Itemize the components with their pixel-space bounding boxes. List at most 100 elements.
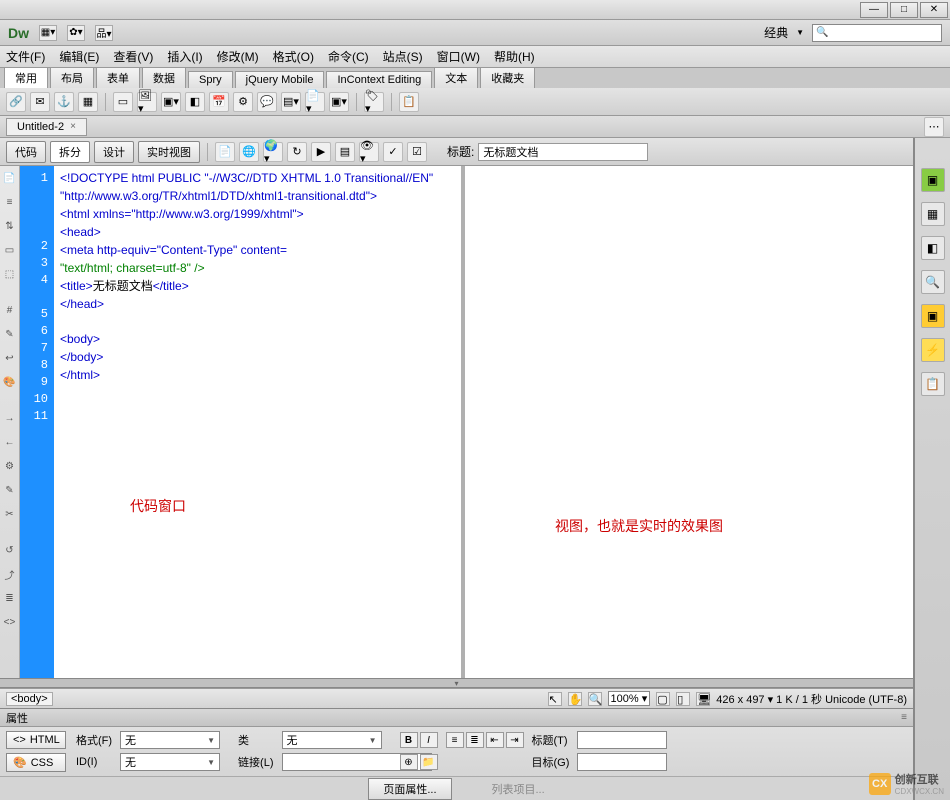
head-icon[interactable]: ▤▾ [281,92,301,112]
collapse-icon[interactable]: ≡ [2,194,18,210]
tab-favorites[interactable]: 收藏夹 [480,67,535,88]
minimize-button[interactable]: — [860,2,888,18]
panel-menu-icon[interactable]: ≡ [901,712,907,723]
bold-button[interactable]: B [400,732,418,748]
browse-icon[interactable]: 📁 [420,754,438,770]
html-mode-button[interactable]: <> HTML [6,731,66,749]
menu-site[interactable]: 站点(S) [383,48,423,65]
select-tool-icon[interactable]: ↖ [548,692,562,706]
tab-data[interactable]: 数据 [142,67,186,88]
refresh-icon[interactable]: ↻ [287,142,307,162]
design-pane[interactable]: 视图，也就是实时的效果图 [465,166,913,678]
visual-icon[interactable]: 👁▾ [359,142,379,162]
hand-tool-icon[interactable]: ✋ [568,692,582,706]
window-size-icon[interactable]: ▢ [656,692,670,706]
menu-help[interactable]: 帮助(H) [494,48,535,65]
expand-icon[interactable]: ⇅ [2,218,18,234]
server-icon[interactable]: ⚙ [233,92,253,112]
tab-forms[interactable]: 表单 [96,67,140,88]
anchor-icon[interactable]: ⚓ [54,92,74,112]
tag-icon[interactable]: 🏷▾ [364,92,384,112]
widget-icon[interactable]: ◧ [185,92,205,112]
script-icon[interactable]: 📄▾ [305,92,325,112]
tab-text[interactable]: 文本 [434,67,478,88]
doc-menu-icon[interactable]: ⋯ [924,117,944,137]
inspect-icon[interactable]: 🌐 [239,142,259,162]
indent-icon[interactable]: → [2,410,18,426]
view-split-button[interactable]: 拆分 [50,141,90,163]
menu-edit[interactable]: 编辑(E) [59,48,99,65]
view-design-button[interactable]: 设计 [94,141,134,163]
balance-icon[interactable]: ⬚ [2,266,18,282]
extensions-icon[interactable]: ✿▾ [67,25,85,41]
options-icon[interactable]: ▤ [335,142,355,162]
tag-selector[interactable]: <body> [6,692,53,706]
menu-format[interactable]: 格式(O) [273,48,314,65]
dropdown-icon[interactable]: ▼ [796,28,804,37]
tab-layout[interactable]: 布局 [50,67,94,88]
line-num-icon[interactable]: # [2,302,18,318]
validate-icon[interactable]: ✓ [383,142,403,162]
maximize-button[interactable]: □ [890,2,918,18]
code-editor[interactable]: <!DOCTYPE html PUBLIC "-//W3C//DTD XHTML… [54,166,461,678]
move-icon[interactable]: ⤴ [2,566,18,582]
close-tab-icon[interactable]: × [70,121,76,132]
format-icon[interactable]: ⚙ [2,458,18,474]
code-pane[interactable]: 1 234 567891011 <!DOCTYPE html PUBLIC "-… [20,166,465,678]
outdent-icon[interactable]: ← [2,434,18,450]
check-icon[interactable]: ☑ [407,142,427,162]
zoom-select[interactable]: 100% ▾ [608,691,651,706]
layout-icon[interactable]: ▦▾ [39,25,57,41]
media-icon[interactable]: ▣▾ [161,92,181,112]
title-attr-input[interactable] [577,731,667,749]
css-styles-icon[interactable]: ▣ [921,168,945,192]
business-catalyst-icon[interactable]: ◧ [921,236,945,260]
include-icon[interactable]: 📋 [399,92,419,112]
menu-file[interactable]: 文件(F) [6,48,45,65]
ul-button[interactable]: ≡ [446,732,464,748]
target-input[interactable] [577,753,667,771]
title-input[interactable] [478,143,648,161]
remove-icon[interactable]: ✂ [2,506,18,522]
email-icon[interactable]: ✉ [30,92,50,112]
snippet-icon[interactable]: ≣ [2,590,18,606]
zoom-tool-icon[interactable]: 🔍 [588,692,602,706]
document-tab[interactable]: Untitled-2 × [6,118,87,136]
nav-icon[interactable]: ▶ [311,142,331,162]
close-button[interactable]: ✕ [920,2,948,18]
tab-incontext[interactable]: InContext Editing [326,71,432,88]
collapse-bar[interactable]: ▾ [0,678,913,688]
open-docs-icon[interactable]: 📄 [2,170,18,186]
browser-icon[interactable]: 🌍▾ [263,142,283,162]
italic-button[interactable]: I [420,732,438,748]
select-parent-icon[interactable]: ▭ [2,242,18,258]
wrap-tag-icon[interactable]: <> [2,614,18,630]
highlight-icon[interactable]: ✎ [2,326,18,342]
hyperlink-icon[interactable]: 🔗 [6,92,26,112]
word-wrap-icon[interactable]: ↩ [2,350,18,366]
comment-icon[interactable]: 💬 [257,92,277,112]
view-code-button[interactable]: 代码 [6,141,46,163]
recent-icon[interactable]: ↺ [2,542,18,558]
live-code-icon[interactable]: 📄 [215,142,235,162]
assets-icon[interactable]: ▣ [921,304,945,328]
files-icon[interactable]: 🔍 [921,270,945,294]
image-icon[interactable]: 🖼▾ [137,92,157,112]
class-select[interactable]: 无▼ [282,731,382,749]
ol-button[interactable]: ≣ [466,732,484,748]
tablet-icon[interactable]: ▯ [676,692,690,706]
syntax-icon[interactable]: 🎨 [2,374,18,390]
div-icon[interactable]: ▭ [113,92,133,112]
template-icon[interactable]: ▣▾ [329,92,349,112]
id-select[interactable]: 无▼ [120,753,220,771]
menu-window[interactable]: 窗口(W) [437,48,480,65]
date-icon[interactable]: 📅 [209,92,229,112]
tab-jquery[interactable]: jQuery Mobile [235,71,325,88]
tag-inspector-icon[interactable]: 📋 [921,372,945,396]
tab-common[interactable]: 常用 [4,67,48,88]
menu-insert[interactable]: 插入(I) [167,48,202,65]
table-icon[interactable]: ▦ [78,92,98,112]
format-select[interactable]: 无▼ [120,731,220,749]
indent-button[interactable]: ⇥ [506,732,524,748]
tab-spry[interactable]: Spry [188,71,233,88]
